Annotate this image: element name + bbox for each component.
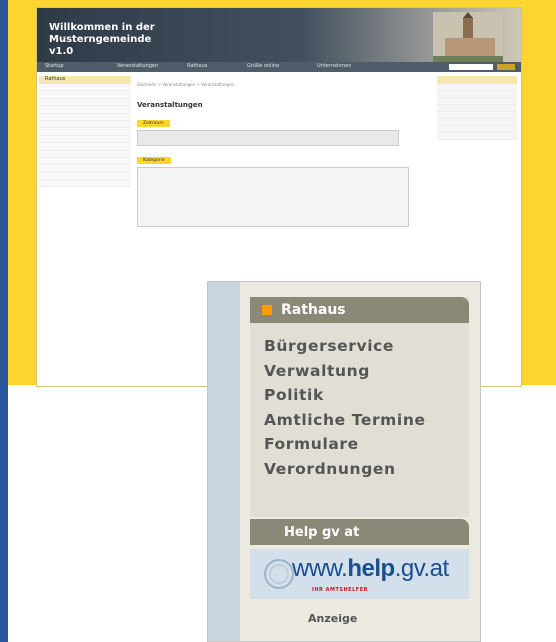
left-nav-item[interactable] (39, 113, 131, 121)
menu-item-1[interactable]: Startup (45, 63, 64, 69)
menu-item-2[interactable]: Veranstaltungen (117, 63, 158, 69)
link-verordnungen[interactable]: Verordnungen (264, 457, 426, 482)
left-nav-item[interactable] (39, 180, 131, 188)
help-gv-banner[interactable]: www.help.gv.at IHR AMTSHELFER (250, 549, 469, 599)
left-nav-item[interactable] (39, 91, 131, 99)
left-navigation: Rathaus (39, 76, 131, 386)
rathaus-header-bar: Rathaus (250, 297, 469, 323)
left-nav-item[interactable] (39, 106, 131, 114)
menu-item-4[interactable]: Grüße online (247, 63, 279, 69)
date-filter-grid[interactable] (137, 130, 399, 146)
menu-item-3[interactable]: Rathaus (187, 63, 207, 69)
link-politik[interactable]: Politik (264, 383, 426, 408)
church-building-image (433, 12, 503, 62)
help-url-bold: help (347, 555, 395, 582)
right-nav-item[interactable] (437, 105, 517, 112)
rathaus-menu-box: Rathaus Bürgerservice Verwaltung Politik… (250, 297, 469, 517)
right-nav-item[interactable] (437, 126, 517, 133)
site-title: Willkommen in der Musterngemeinde v1.0 (49, 22, 169, 58)
help-gv-box: Help gv at www.help.gv.at IHR AMTSHELFER… (250, 519, 469, 625)
filter-label: Zeitraum (137, 120, 170, 127)
left-nav-item[interactable] (39, 150, 131, 158)
left-nav-item[interactable] (39, 120, 131, 129)
help-url-prefix: www. (292, 555, 348, 582)
help-header-bar: Help gv at (250, 519, 469, 545)
top-menu: Startup Veranstaltungen Rathaus Grüße on… (37, 62, 521, 72)
page-title: Veranstaltungen (137, 101, 203, 109)
search-input[interactable] (449, 64, 493, 70)
right-nav-item[interactable] (437, 91, 517, 98)
help-logo-swirl-icon (264, 559, 294, 589)
left-nav-item[interactable] (39, 172, 131, 181)
left-nav-item[interactable] (39, 143, 131, 151)
rathaus-links: Bürgerservice Verwaltung Politik Amtlich… (264, 334, 426, 481)
link-formulare[interactable]: Formulare (264, 432, 426, 457)
left-frame-border (0, 0, 8, 642)
link-amtliche-termine[interactable]: Amtliche Termine (264, 408, 426, 433)
left-nav-item[interactable] (39, 135, 131, 144)
link-verwaltung[interactable]: Verwaltung (264, 359, 426, 384)
zoom-left-strip (208, 282, 240, 641)
right-nav-item[interactable] (437, 119, 517, 126)
right-nav-item[interactable] (437, 98, 517, 105)
help-url: www.help.gv.at (292, 555, 449, 583)
orange-square-bullet-icon (262, 305, 272, 315)
menu-item-5[interactable]: Unternehmen (317, 63, 351, 69)
site-title-line2: Musterngemeinde v1.0 (49, 34, 152, 57)
left-nav-title: Rathaus (39, 76, 131, 84)
left-nav-item[interactable] (39, 157, 131, 166)
zoom-inner: Rathaus Bürgerservice Verwaltung Politik… (240, 282, 480, 641)
site-banner: Willkommen in der Musterngemeinde v1.0 (37, 8, 521, 62)
ad-label: Anzeige (308, 612, 358, 625)
category-checkbox-grid[interactable] (137, 167, 409, 227)
right-nav-item[interactable] (437, 112, 517, 119)
help-url-suffix: .gv.at (394, 555, 449, 582)
right-nav-item[interactable] (437, 133, 517, 140)
link-buergerservice[interactable]: Bürgerservice (264, 334, 426, 359)
help-subtitle: IHR AMTSHELFER (312, 587, 368, 593)
left-nav-item[interactable] (39, 128, 131, 136)
right-nav-item[interactable] (437, 84, 517, 91)
help-title: Help gv at (284, 525, 360, 540)
breadcrumb: Startseite > Veranstaltungen > Veranstal… (137, 82, 235, 87)
left-nav-item[interactable] (39, 165, 131, 173)
site-title-line1: Willkommen in der (49, 22, 155, 33)
category-label: Kategorie (137, 157, 171, 164)
zoomed-sidebar-panel: Rathaus Bürgerservice Verwaltung Politik… (207, 281, 481, 642)
left-nav-item[interactable] (39, 84, 131, 92)
rathaus-title: Rathaus (281, 302, 346, 318)
left-nav-item[interactable] (39, 98, 131, 107)
search-button[interactable] (497, 64, 515, 70)
right-nav-title (437, 76, 517, 84)
